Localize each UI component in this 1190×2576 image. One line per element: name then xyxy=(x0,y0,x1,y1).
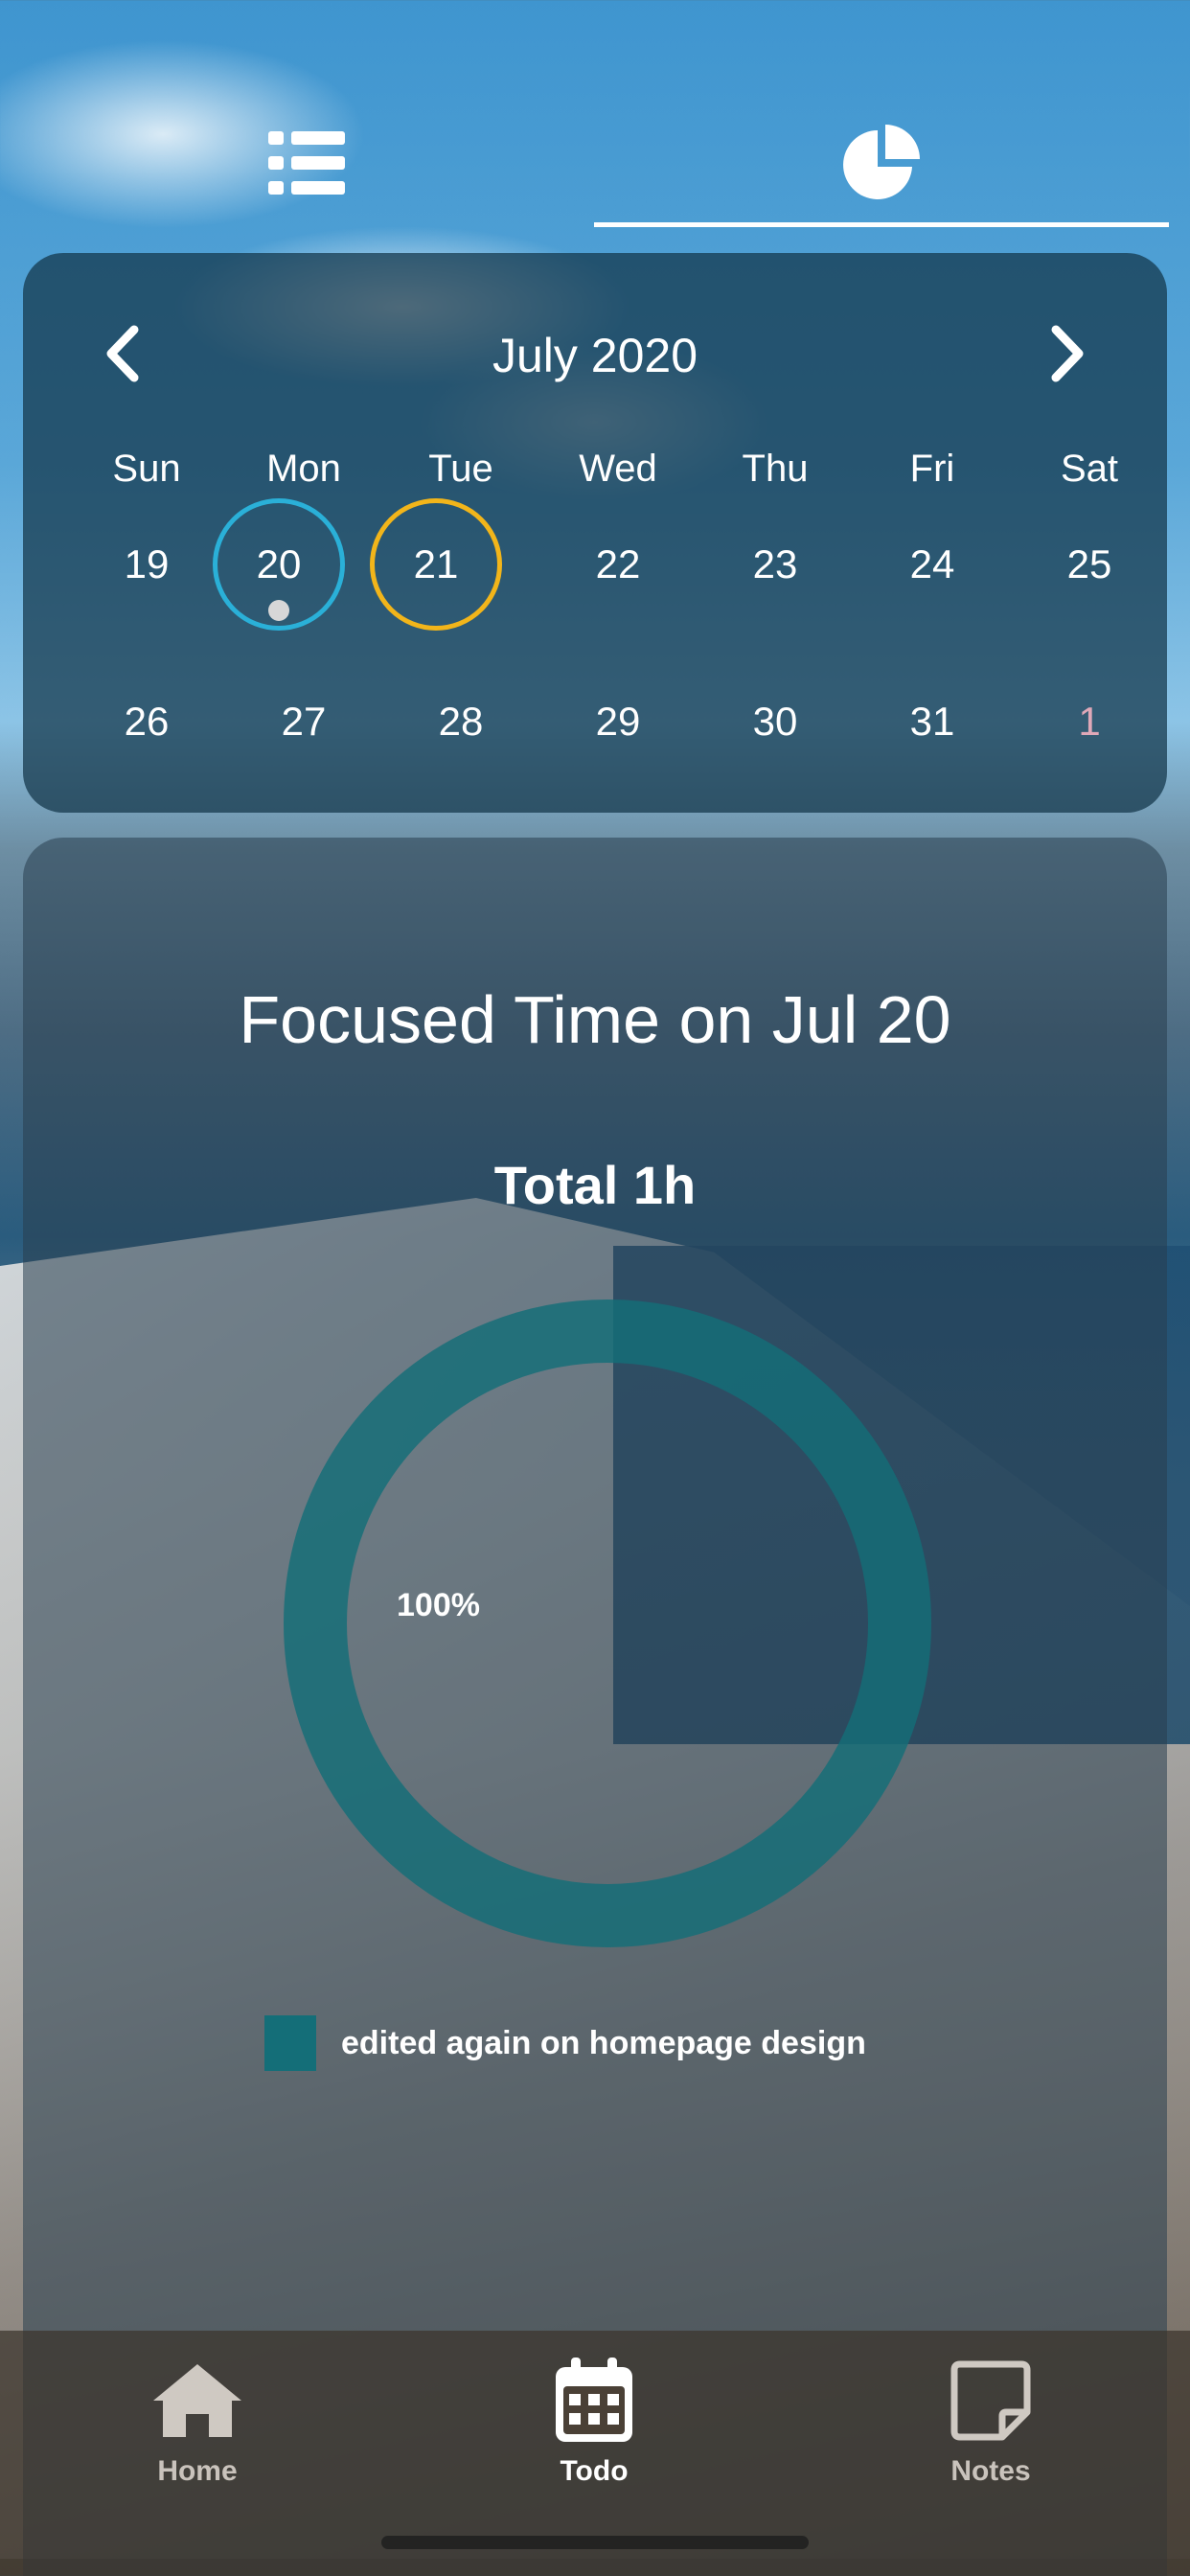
calendar-day-next-month[interactable]: 1 xyxy=(1011,678,1168,765)
chevron-right-icon xyxy=(1051,325,1084,382)
calendar-icon xyxy=(541,2348,647,2453)
calendar-week: 26 27 28 29 30 31 1 xyxy=(23,678,1167,765)
weekday-label: Sun xyxy=(112,447,181,490)
donut-segment xyxy=(284,1300,931,1947)
calendar-day[interactable]: 24 xyxy=(854,521,1011,608)
weekday-label: Thu xyxy=(742,447,809,490)
calendar-day[interactable]: 26 xyxy=(68,678,225,765)
active-tab-indicator xyxy=(594,222,1169,227)
note-icon xyxy=(938,2348,1043,2453)
event-dot xyxy=(268,600,289,621)
calendar-day-number: 20 xyxy=(256,541,302,586)
calendar-day[interactable]: 19 xyxy=(68,521,225,608)
calendar-day[interactable]: 31 xyxy=(854,678,1011,765)
weekday-label: Sat xyxy=(1060,447,1119,490)
focus-donut-chart: 100% xyxy=(284,1300,931,1947)
weekday-label: Fri xyxy=(909,447,955,490)
weekday-row: Sun Mon Tue Wed Thu Fri Sat xyxy=(23,426,1167,512)
home-icon xyxy=(145,2348,250,2453)
nav-home-label: Home xyxy=(157,2455,238,2487)
donut-percent-label: 100% xyxy=(397,1587,480,1623)
calendar-day[interactable]: 28 xyxy=(382,678,539,765)
calendar-week: 19 20 21 22 23 24 25 xyxy=(23,498,1168,631)
calendar-day[interactable]: 29 xyxy=(539,678,697,765)
calendar-day[interactable]: 22 xyxy=(539,521,697,608)
calendar-day[interactable]: 23 xyxy=(697,521,854,608)
calendar-day-selected[interactable]: 20 xyxy=(213,498,345,631)
tab-list[interactable] xyxy=(19,96,594,230)
nav-notes[interactable]: Notes xyxy=(866,2348,1115,2511)
nav-home[interactable]: Home xyxy=(73,2348,322,2511)
focus-total: Total 1h xyxy=(493,1155,697,1215)
tab-statistics[interactable] xyxy=(594,96,1169,230)
calendar-day[interactable]: 25 xyxy=(1011,521,1168,608)
calendar-day-number: 21 xyxy=(413,541,459,586)
calendar-card: July 2020 Sun Mon Tue Wed Thu Fri Sat 19… xyxy=(23,253,1167,813)
legend-label: edited again on homepage design xyxy=(341,2024,866,2061)
nav-todo[interactable]: Todo xyxy=(469,2348,719,2511)
nav-notes-label: Notes xyxy=(950,2455,1031,2487)
nav-todo-label: Todo xyxy=(560,2455,629,2487)
legend-swatch xyxy=(264,2015,316,2071)
focus-stats-card: Focused Time on Jul 20 Total 1h 100% edi… xyxy=(23,838,1167,2576)
top-tab-bar xyxy=(0,96,1190,230)
calendar-header: July 2020 xyxy=(23,310,1167,397)
calendar-day-today[interactable]: 21 xyxy=(370,498,502,631)
month-title: July 2020 xyxy=(492,329,698,382)
focus-title: Focused Time on Jul 20 xyxy=(239,982,951,1057)
chart-legend: edited again on homepage design xyxy=(264,2014,866,2072)
pie-chart-icon xyxy=(843,125,920,199)
next-month-button[interactable] xyxy=(1033,320,1100,387)
calendar-day[interactable]: 27 xyxy=(225,678,382,765)
home-indicator xyxy=(381,2536,809,2549)
calendar-day[interactable]: 30 xyxy=(697,678,854,765)
weekday-label: Wed xyxy=(579,447,657,490)
list-icon xyxy=(268,131,345,195)
